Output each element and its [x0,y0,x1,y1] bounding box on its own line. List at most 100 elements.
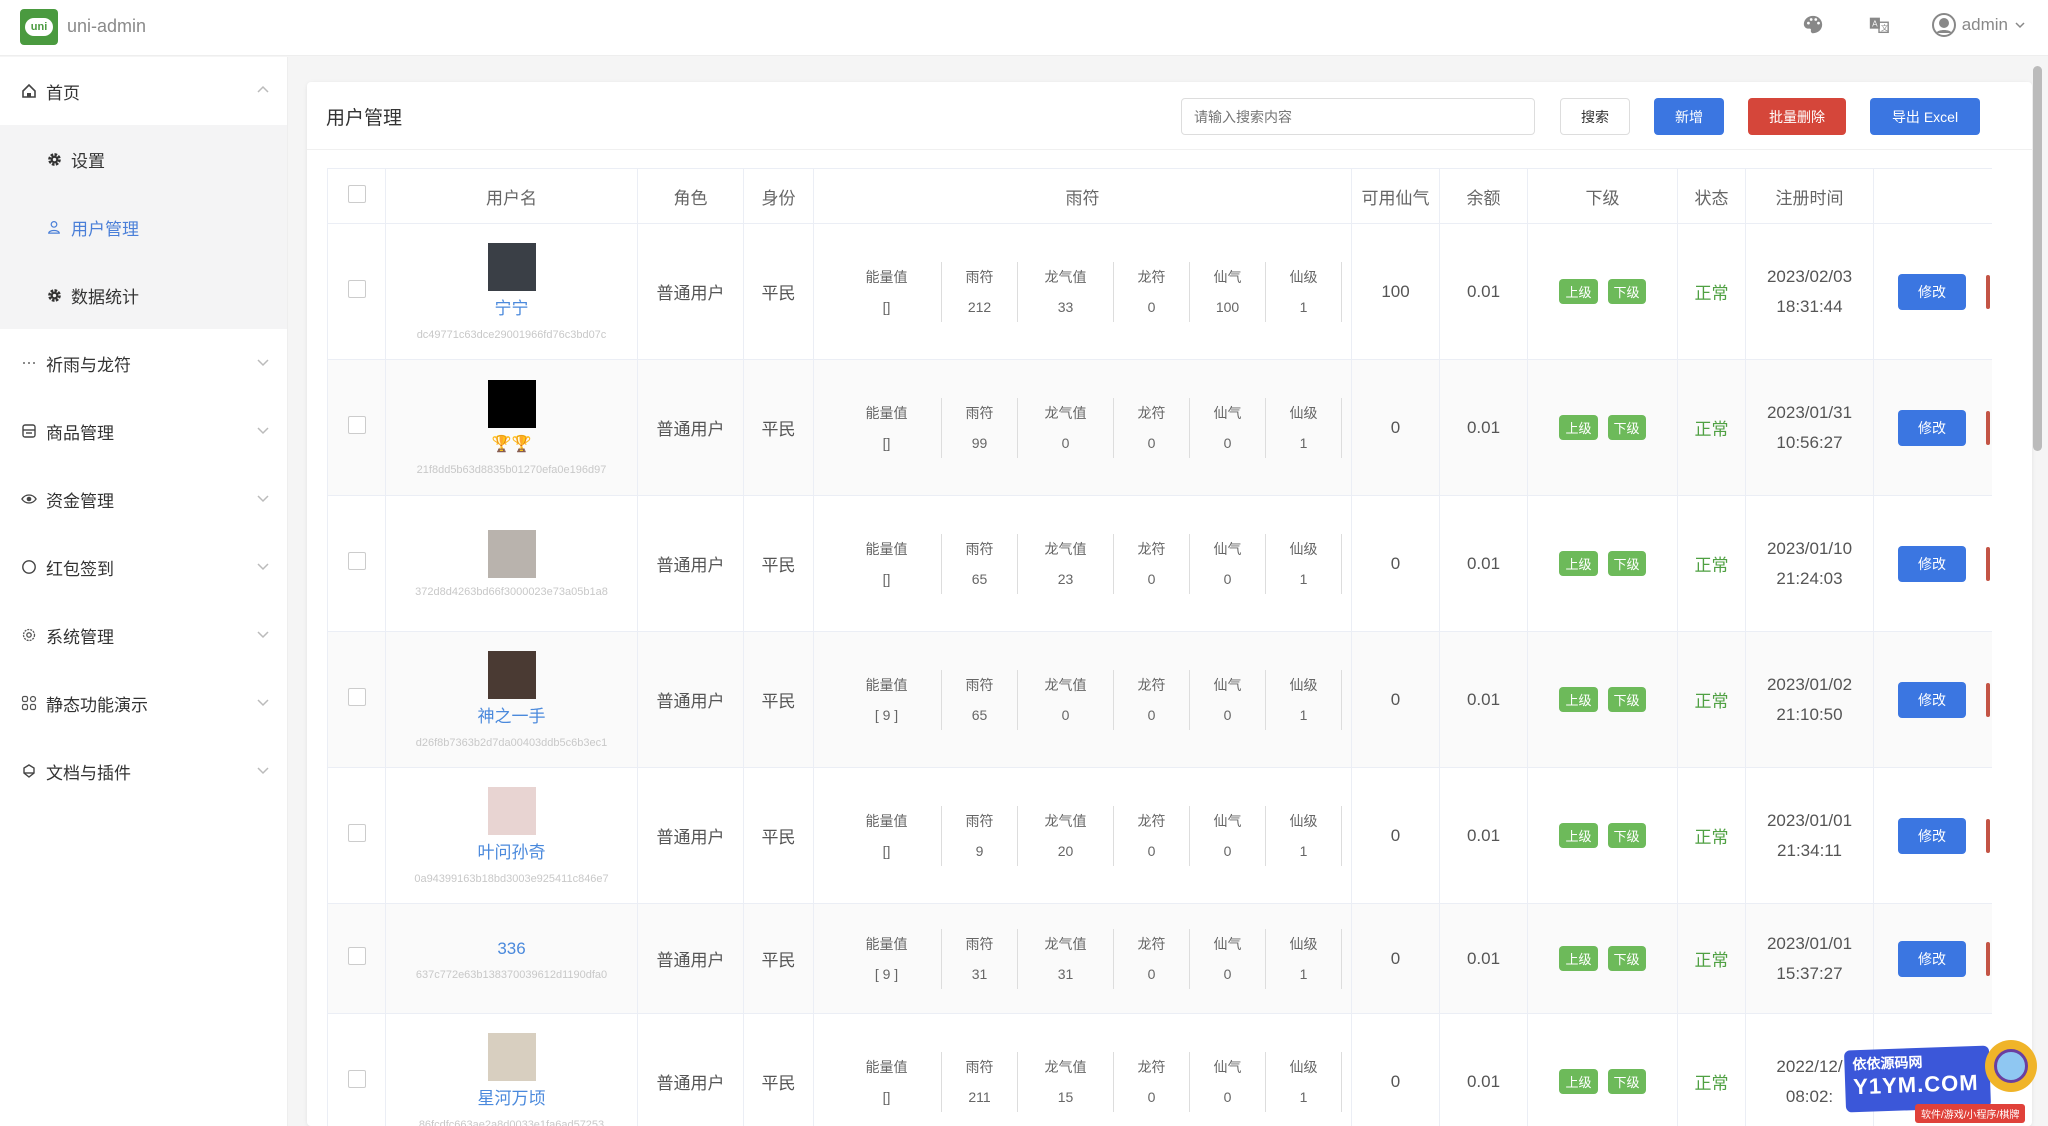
stat-label: 仙气 [1213,935,1242,952]
stat-label: 龙气值 [1044,812,1087,829]
stat-value: [ 9 ] [874,965,899,982]
sidebar-item-docs-plugins[interactable]: 文档与插件 [0,737,287,805]
edit-button[interactable]: 修改 [1898,817,1966,854]
superior-tag[interactable]: 上级 [1559,687,1598,712]
identity-cell: 平民 [743,903,814,1014]
chevron-down-icon [257,767,269,775]
row-checkbox[interactable] [347,824,366,842]
stat-item: 龙气值 20 [1018,805,1114,866]
edit-button[interactable]: 修改 [1898,940,1966,977]
sidebar-item-rain-dragon[interactable]: 祈雨与龙符 [0,329,287,397]
stat-item: 仙气 0 [1190,1051,1266,1112]
row-select-cell [327,767,386,904]
header-rain-talisman: 雨符 [813,168,1352,224]
username-cell: 叶问孙奇 0a94399163b18bd3003e925411c846e7 [385,767,638,904]
edit-button[interactable]: 修改 [1898,409,1966,446]
superior-tag[interactable]: 上级 [1559,946,1598,971]
superior-tag[interactable]: 上级 [1559,415,1598,440]
select-all-checkbox[interactable] [347,184,366,203]
stat-item: 仙级 1 [1266,397,1342,458]
username-link[interactable]: 叶问孙奇 [386,841,637,865]
stat-label: 龙气值 [1044,404,1087,421]
balance-cell: 0.01 [1439,223,1528,360]
translate-icon[interactable]: A文 [1866,12,1892,38]
subordinate-tag[interactable]: 下级 [1607,551,1646,576]
username-link[interactable]: 星河万顷 [386,1087,637,1111]
delete-button[interactable] [1986,411,1990,446]
user-menu[interactable]: admin [1931,13,2026,37]
user-avatar[interactable] [487,242,536,291]
user-avatar[interactable] [487,786,536,835]
subordinate-tag[interactable]: 下级 [1607,687,1646,712]
subordinate-tag[interactable]: 下级 [1607,279,1646,304]
edit-button[interactable]: 修改 [1898,545,1966,582]
user-avatar[interactable] [487,529,536,578]
delete-button[interactable] [1986,683,1990,718]
stat-value: 31 [1057,965,1074,982]
stats-group: 能量值 [] 雨符 211 龙气值 15 龙符 0 仙气 0 仙级 1 [814,1051,1351,1112]
edit-button[interactable]: 修改 [1898,681,1966,718]
row-checkbox[interactable] [347,552,366,570]
header-select-all[interactable] [327,168,386,224]
sidebar-item-products[interactable]: 商品管理 [0,397,287,465]
subordinate-tag[interactable]: 下级 [1607,415,1646,440]
username-link[interactable]: 宁宁 [386,297,637,321]
subordinate-tag[interactable]: 下级 [1607,823,1646,848]
stat-value: 65 [971,706,988,723]
sidebar-item-settings[interactable]: 设置 [0,125,287,193]
delete-button[interactable] [1986,275,1990,310]
user-avatar[interactable] [487,650,536,699]
username-cell: 星河万顷 86fcdfc663ae2a8d0033e1fa6ad57253 [385,1013,638,1126]
page-scrollbar[interactable] [2033,66,2042,451]
app-logo[interactable]: uni [20,9,58,45]
sidebar-item-finance[interactable]: 资金管理 [0,465,287,533]
search-input[interactable] [1181,98,1535,135]
superior-tag[interactable]: 上级 [1559,551,1598,576]
superior-tag[interactable]: 上级 [1559,279,1598,304]
delete-button[interactable] [1986,819,1990,854]
rain-talisman-cell: 能量值 [] 雨符 211 龙气值 15 龙符 0 仙气 0 仙级 1 [813,1013,1352,1126]
sidebar-item-statistics[interactable]: 数据统计 [0,261,287,329]
actions-cell: 修改 [1873,903,1992,1014]
username-link[interactable]: 336 [386,937,637,961]
export-excel-button[interactable]: 导出 Excel [1870,98,1980,135]
row-checkbox[interactable] [347,280,366,298]
palette-icon[interactable] [1800,12,1826,38]
sidebar-item-redpacket[interactable]: 红包签到 [0,533,287,601]
row-checkbox[interactable] [347,947,366,965]
chevron-down-icon [257,427,269,435]
svg-text:文: 文 [1881,24,1889,33]
logo-text: uni [25,18,53,36]
identity-cell: 平民 [743,495,814,632]
edit-button[interactable]: 修改 [1898,273,1966,310]
add-button[interactable]: 新增 [1654,98,1724,135]
sidebar-item-label: 系统管理 [46,627,114,647]
sidebar-item-label: 静态功能演示 [46,695,148,715]
row-checkbox[interactable] [347,416,366,434]
stat-item: 龙符 0 [1114,928,1190,989]
sidebar-item-system[interactable]: 系统管理 [0,601,287,669]
subordinate-cell: 上级 下级 [1527,903,1678,1014]
row-checkbox[interactable] [347,688,366,706]
sidebar-item-home[interactable]: 首页 [0,57,287,125]
actions-cell: 修改 [1873,495,1992,632]
superior-tag[interactable]: 上级 [1559,1069,1598,1094]
stat-value: 0 [1223,570,1232,587]
search-button[interactable]: 搜索 [1560,98,1630,135]
sidebar-item-user-management[interactable]: 用户管理 [0,193,287,261]
sidebar-item-static-demo[interactable]: 静态功能演示 [0,669,287,737]
subordinate-tag[interactable]: 下级 [1607,946,1646,971]
username-link[interactable]: 神之一手 [386,705,637,729]
delete-button[interactable] [1986,547,1990,582]
row-checkbox[interactable] [347,1070,366,1088]
batch-delete-button[interactable]: 批量删除 [1748,98,1846,135]
role-cell: 普通用户 [637,495,744,632]
user-avatar[interactable] [487,1032,536,1081]
delete-button[interactable] [1986,942,1990,977]
superior-tag[interactable]: 上级 [1559,823,1598,848]
user-avatar[interactable] [487,379,536,428]
stat-item: 龙气值 0 [1018,669,1114,730]
subordinate-tag[interactable]: 下级 [1607,1069,1646,1094]
status-cell: 正常 [1677,631,1746,768]
stat-value: 0 [1147,434,1156,451]
